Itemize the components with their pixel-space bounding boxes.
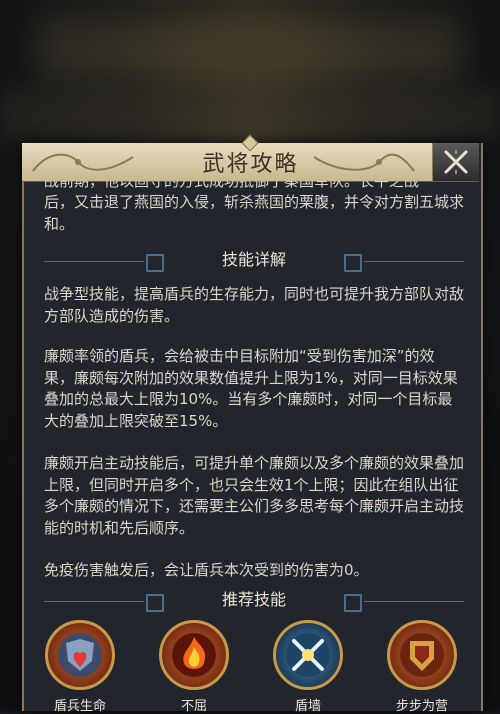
crossed-swords-icon [286, 633, 330, 677]
flame-warrior-icon [172, 633, 216, 677]
skill-paragraph: 免疫伤害触发后，会让盾兵本次受到的伤害为0。 [44, 561, 369, 579]
background-scene-lower [0, 90, 500, 140]
close-x-icon [444, 150, 468, 174]
close-button[interactable] [432, 143, 479, 181]
background-scene [40, 20, 460, 80]
skill-name: 盾兵生命 [53, 699, 106, 714]
skill-frame [387, 620, 457, 690]
skill-name: 步步为营 [395, 699, 448, 714]
section-header-recommended: 推荐技能 [44, 589, 464, 613]
skill-paragraph: 战争型技能，提高盾兵的生存能力，同时也可提升我方部队对敌方部队造成的伤害。 [44, 285, 464, 325]
skill-frame [159, 620, 229, 690]
skill-item-unyielding[interactable]: 不屈 [156, 620, 232, 714]
fortress-shield-icon [400, 633, 444, 677]
skill-paragraph: 廉颇开启主动技能后，可提升单个廉颇以及多个廉颇的效果叠加上限，但同时开启多个，也… [44, 454, 464, 537]
skill-paragraph: 廉颇率领的盾兵，会给被击中目标附加“受到伤害加深”的效果，廉颇每次附加的效果数值… [44, 347, 458, 430]
skill-item-step-by-step[interactable]: 步步为营 [384, 620, 460, 714]
intro-paragraph: 后，又击退了燕国的入侵，斩杀燕国的栗腹，并令对方割五城求和。 [44, 193, 464, 233]
skill-item-shield-wall[interactable]: 盾墙 [270, 620, 346, 714]
intro-text: 战前期，他以固守的方式成功抵御了秦国军队。长平之战 后，又击退了燕国的入侵，斩杀… [44, 181, 464, 235]
section-header-skill-detail: 技能详解 [44, 249, 464, 273]
skill-name: 不屈 [180, 699, 207, 714]
intro-partial-line: 战前期，他以固守的方式成功抵御了秦国军队。长平之战 [44, 181, 420, 190]
section-title: 推荐技能 [221, 590, 286, 609]
recommended-skills-row: 盾兵生命 不屈 盾墙 步步为营 [22, 620, 479, 714]
section-title: 技能详解 [221, 250, 286, 269]
shield-heart-icon [58, 633, 102, 677]
skill-item-shield-life[interactable]: 盾兵生命 [42, 620, 118, 714]
skill-frame [273, 620, 343, 690]
skill-frame [45, 620, 115, 690]
skill-name: 盾墙 [294, 699, 321, 714]
